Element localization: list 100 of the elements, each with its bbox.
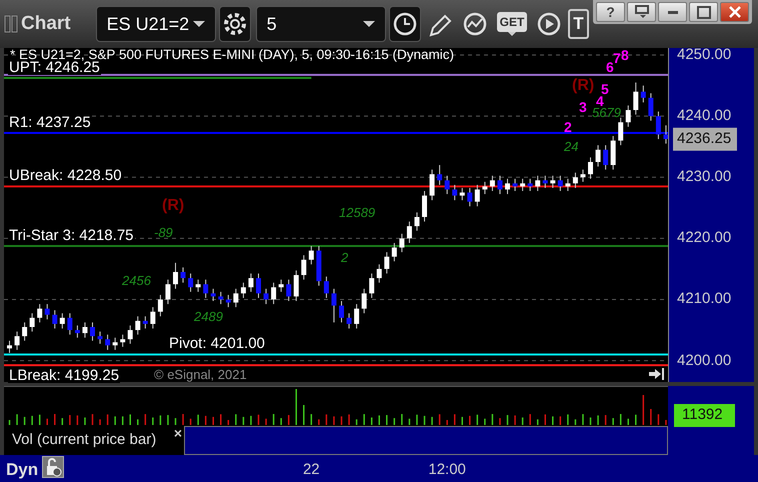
close-button[interactable] xyxy=(720,2,749,22)
chart-marker: 8 xyxy=(621,48,629,62)
chart-marker: (R) xyxy=(572,78,594,94)
candlestick xyxy=(346,312,352,330)
candlestick xyxy=(150,306,156,330)
candlestick xyxy=(354,304,360,330)
axis-label: 4230.00 xyxy=(677,167,732,187)
candlestick xyxy=(399,233,404,253)
candlestick xyxy=(603,144,608,170)
symbol-dropdown[interactable]: ES U21=2 xyxy=(96,6,216,42)
chart-marker: 5679 xyxy=(592,106,621,119)
study-icon xyxy=(462,11,488,37)
candlestick xyxy=(490,175,495,192)
level-label: UBreak: 4228.50 xyxy=(8,168,123,184)
candlestick xyxy=(256,273,262,298)
candlestick xyxy=(203,279,208,298)
help-button[interactable]: ? xyxy=(596,2,625,22)
candlestick xyxy=(663,124,668,144)
candlestick xyxy=(120,334,126,348)
chart-marker: 6 xyxy=(606,60,614,74)
candlestick xyxy=(596,144,601,168)
gear-icon xyxy=(222,11,248,37)
chart-marker: -89 xyxy=(154,226,173,239)
candlestick xyxy=(44,304,50,320)
maximize-icon xyxy=(696,6,710,18)
candlestick xyxy=(648,92,654,122)
candlestick xyxy=(437,164,442,186)
candlestick xyxy=(112,337,118,350)
level-label: Tri-Star 3: 4218.75 xyxy=(8,228,135,244)
candlestick xyxy=(520,178,526,192)
close-icon xyxy=(728,5,742,19)
price-tag: 4236.25 xyxy=(673,128,738,150)
settings-button[interactable] xyxy=(218,6,251,42)
candlestick xyxy=(165,279,170,305)
window-title: Chart xyxy=(21,12,71,36)
text-tool-button[interactable]: T xyxy=(568,9,589,39)
candlestick xyxy=(90,322,96,342)
candlestick xyxy=(550,175,556,188)
candlestick xyxy=(528,178,533,192)
candlestick xyxy=(512,178,518,192)
close-button[interactable]: × xyxy=(174,426,182,440)
axis-label: 22 xyxy=(302,460,320,480)
level-label: Pivot: 4201.00 xyxy=(168,336,266,352)
candlestick xyxy=(565,178,570,192)
candlestick xyxy=(535,175,540,192)
caret-icon xyxy=(362,21,375,27)
axis-label: 12:00 xyxy=(428,460,466,480)
candlestick xyxy=(196,279,201,292)
chart-marker: 2 xyxy=(341,251,348,264)
chart-marker: 12589 xyxy=(339,206,376,219)
chart-title: * ES U21=2, S&P 500 FUTURES E-MINI (DAY), 5, 09:30-16:15 (Dynamic) xyxy=(10,48,454,62)
candlestick xyxy=(52,310,58,330)
axis-label: 4220.00 xyxy=(677,228,732,248)
candlestick xyxy=(505,178,510,195)
candlestick xyxy=(135,316,140,336)
candlestick xyxy=(376,264,382,284)
candlestick xyxy=(580,169,586,182)
candlestick xyxy=(37,304,42,323)
dock-button[interactable] xyxy=(627,2,656,22)
lock-icon xyxy=(42,456,64,478)
candlestick xyxy=(474,184,480,207)
minimize-button[interactable] xyxy=(658,2,687,22)
candlestick xyxy=(74,324,80,338)
candlestick xyxy=(142,316,148,330)
candlestick xyxy=(98,331,103,344)
interval-dropdown[interactable]: 5 xyxy=(256,6,386,42)
candlestick xyxy=(67,312,72,336)
scale-mode-label: Dyn xyxy=(6,459,38,481)
candlestick xyxy=(618,117,624,146)
candlestick xyxy=(128,324,133,344)
candlestick xyxy=(308,246,314,265)
candlestick xyxy=(467,187,472,207)
candlestick xyxy=(406,221,412,244)
candlestick xyxy=(278,279,284,292)
axis-label: 4200.00 xyxy=(677,350,732,370)
candlestick xyxy=(173,262,178,290)
candlestick xyxy=(656,111,661,140)
candlestick xyxy=(14,331,20,350)
candlestick xyxy=(324,276,329,298)
candlestick xyxy=(542,175,548,188)
chart-marker: 5 xyxy=(601,82,609,96)
candlestick xyxy=(452,184,458,201)
maximize-button[interactable] xyxy=(689,2,718,22)
candlestick xyxy=(422,190,428,222)
candlestick xyxy=(444,175,450,195)
candlestick xyxy=(460,187,465,201)
axis-label: 4250.00 xyxy=(677,44,732,65)
candlestick xyxy=(392,242,397,262)
candlestick xyxy=(22,322,28,342)
candlestick xyxy=(430,169,435,201)
candlestick xyxy=(362,288,367,314)
candlestick xyxy=(226,294,231,308)
chart-marker: 2489 xyxy=(194,310,223,323)
candlestick xyxy=(188,273,194,292)
grip-icon xyxy=(4,15,18,33)
candlestick xyxy=(558,175,563,192)
minimize-icon xyxy=(668,10,678,14)
candlestick xyxy=(626,104,631,128)
candlestick xyxy=(286,279,292,302)
clock-button[interactable] xyxy=(388,6,421,42)
